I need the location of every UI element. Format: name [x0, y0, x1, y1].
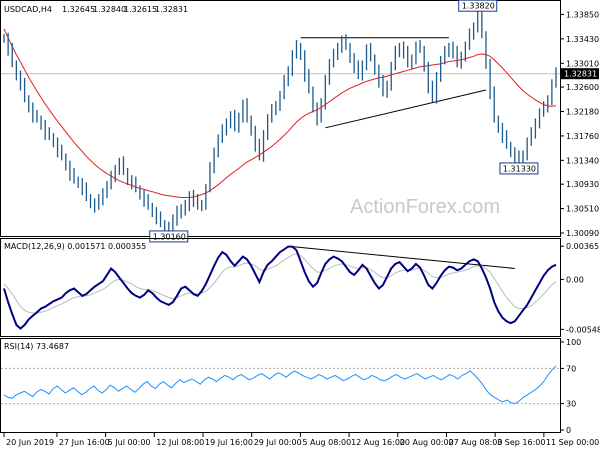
price-header-symbol: USDCAD,H4 [4, 5, 52, 14]
rsi-y-tick-label: 100 [566, 338, 581, 347]
price-y-tick-label: 1.32600 [566, 83, 599, 92]
macd-header: MACD(12,26,9) 0.001571 0.000355 [4, 242, 146, 251]
price-header-high: 1.32840 [93, 5, 126, 14]
time-tick-label: 12 Aug 16:00 [351, 438, 405, 447]
price-header-close: 1.32831 [155, 5, 188, 14]
time-tick-label: 27 Jun 16:00 [59, 438, 110, 447]
current-price-label: 1.32831 [561, 68, 599, 80]
price-annotation-label: 1.30160 [153, 232, 186, 241]
price-y-tick-label: 1.30930 [566, 180, 599, 189]
rsi-y-tick-label: 70 [566, 364, 576, 373]
price-header-low: 1.32615 [124, 5, 157, 14]
price-y-tick-label: 1.33010 [566, 59, 599, 68]
time-tick-label: 20 Jun 2019 [6, 438, 54, 447]
price-y-tick-label: 1.31340 [566, 156, 599, 165]
rsi-y-tick-label: 0 [566, 426, 571, 435]
price-annotation-label: 1.31330 [503, 164, 536, 173]
time-tick-label: 19 Jul 16:00 [205, 438, 253, 447]
current-price-text: 1.32831 [564, 70, 597, 79]
macd-y-tick-label: 0.003651 [566, 242, 600, 251]
price-header-open: 1.32645 [62, 5, 95, 14]
rsi-header: RSI(14) 73.4687 [4, 342, 69, 351]
time-tick-label: 3 Sep 16:00 [497, 438, 545, 447]
watermark: ActionForex.com [350, 196, 500, 218]
rsi-y-tick-label: 30 [566, 400, 576, 409]
price-annotation-label: 1.33820 [462, 2, 495, 11]
price-y-tick-label: 1.32180 [566, 108, 599, 117]
time-tick-label: 29 Jul 00:00 [254, 438, 302, 447]
time-tick-label: 20 Aug 00:00 [400, 438, 454, 447]
time-tick-label: 11 Sep 00:00 [546, 438, 599, 447]
price-y-tick-label: 1.30090 [566, 229, 599, 238]
chart-root: ActionForex.com USDCAD,H4 1.32645 1.3284… [0, 0, 600, 450]
time-tick-label: 5 Jul 00:00 [108, 438, 151, 447]
time-tick-label: 5 Aug 08:00 [302, 438, 351, 447]
time-tick-label: 27 Aug 08:00 [448, 438, 502, 447]
time-tick-label: 12 Jul 08:00 [156, 438, 204, 447]
chart-background [0, 0, 600, 450]
macd-y-tick-label: 0.00 [566, 275, 584, 284]
price-y-tick-label: 1.33430 [566, 35, 599, 44]
price-y-tick-label: 1.33850 [566, 10, 599, 19]
price-y-tick-label: 1.31760 [566, 132, 599, 141]
price-y-tick-label: 1.30510 [566, 205, 599, 214]
macd-y-tick-label: -0.005489 [566, 325, 600, 334]
